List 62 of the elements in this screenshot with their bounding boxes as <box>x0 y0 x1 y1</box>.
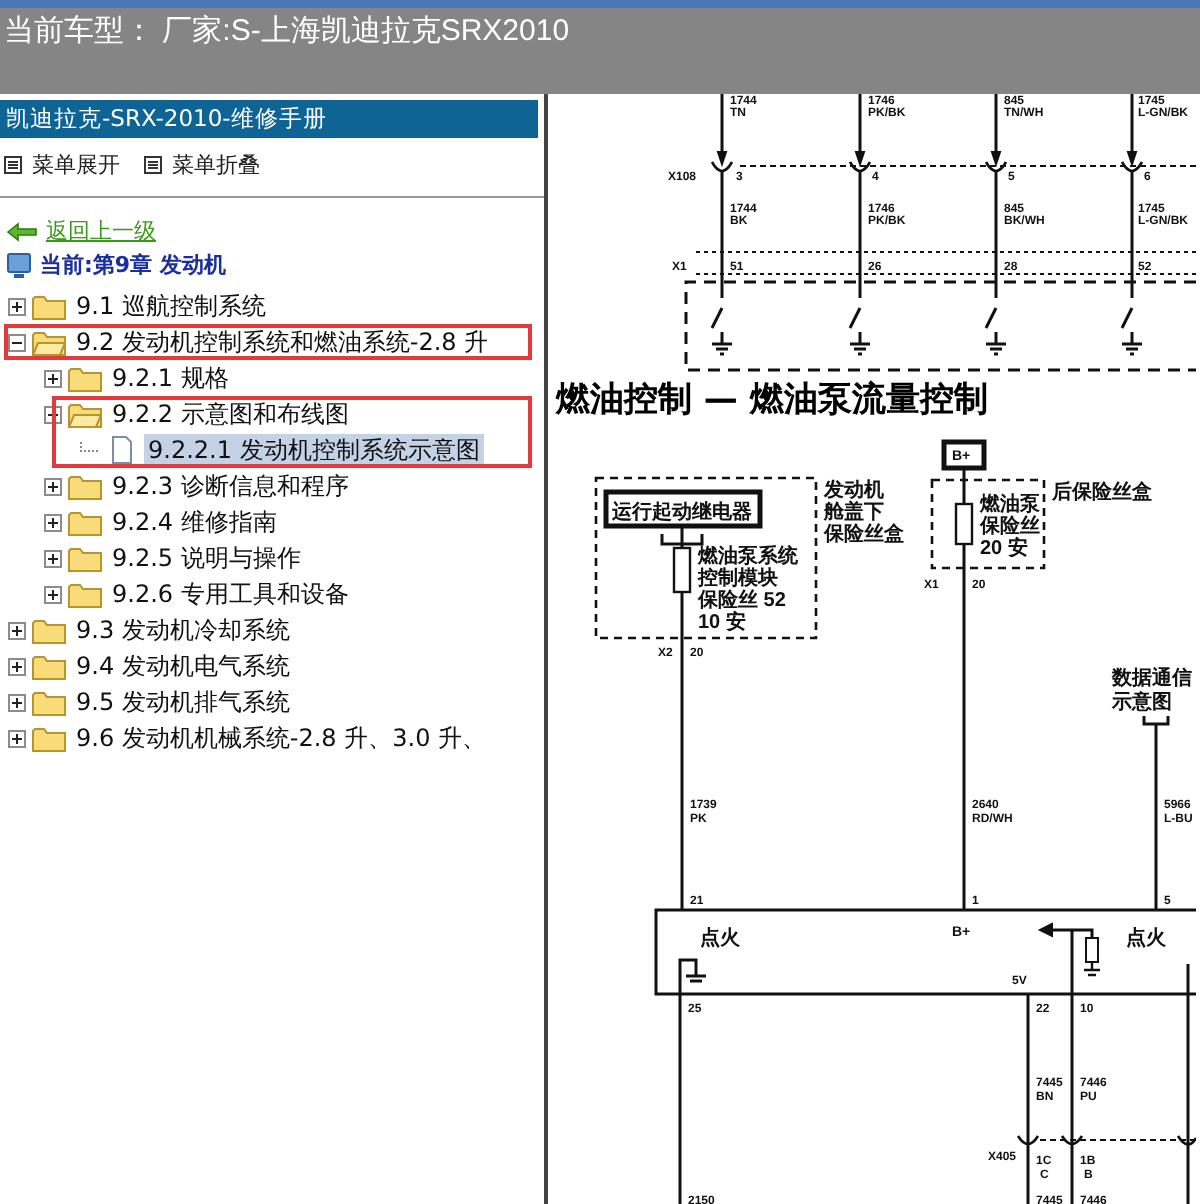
folder-icon <box>68 509 102 535</box>
diagram-label: 点火 <box>1126 928 1166 950</box>
tree-item[interactable]: 9.2.6 专用工具和设备 <box>108 578 353 610</box>
window-title: 当前车型： 厂家:S-上海凯迪拉克SRX2010 <box>4 12 570 50</box>
diagram-label: 舱盖下 <box>824 502 884 524</box>
tree-item[interactable]: 9.2 发动机控制系统和燃油系统-2.8 升 <box>72 326 493 358</box>
folder-icon <box>68 401 102 427</box>
diagram-label: 10 安 <box>698 612 746 634</box>
expand-toggle[interactable] <box>8 621 26 639</box>
expand-toggle[interactable] <box>8 693 26 711</box>
folder-icon <box>68 581 102 607</box>
collapse-toggle[interactable] <box>8 333 26 351</box>
folder-icon <box>68 365 102 391</box>
tree-item[interactable]: 9.2.2 示意图和布线图 <box>108 398 353 430</box>
diagram-label: 后保险丝盒 <box>1052 482 1152 504</box>
expand-toggle[interactable] <box>44 549 62 567</box>
folder-icon <box>32 329 66 355</box>
folder-icon <box>32 725 66 751</box>
current-chapter: 当前:第9章 发动机 <box>40 250 226 280</box>
diagram-label: 保险丝 <box>980 516 1040 538</box>
diagram-label: 保险丝 52 <box>698 590 786 612</box>
list-icon <box>144 156 162 174</box>
tree-item[interactable]: 9.2.5 说明与操作 <box>108 542 305 574</box>
tree-item[interactable]: 9.2.2.1 发动机控制系统示意图 <box>144 434 484 466</box>
expand-toggle[interactable] <box>44 369 62 387</box>
tree-item[interactable]: 9.6 发动机机械系统-2.8 升、3.0 升、 <box>72 722 491 754</box>
expand-toggle[interactable] <box>44 477 62 495</box>
diagram-title: 燃油控制 — 燃油泵流量控制 <box>556 380 988 420</box>
manual-title: 凯迪拉克-SRX-2010-维修手册 <box>0 100 538 138</box>
back-arrow-icon <box>6 221 38 241</box>
back-link[interactable]: 返回上一级 <box>46 216 156 246</box>
diagram-label: 燃油泵系统 <box>698 546 798 568</box>
tree-item[interactable]: 9.2.4 维修指南 <box>108 506 281 538</box>
menu-action-button[interactable]: 菜单展开 <box>4 150 120 180</box>
diagram-label: 点火 <box>700 928 740 950</box>
tree-item[interactable]: 9.2.3 诊断信息和程序 <box>108 470 353 502</box>
tree-item[interactable]: 9.3 发动机冷却系统 <box>72 614 294 646</box>
diagram-label: 运行起动继电器 <box>612 502 752 524</box>
expand-toggle[interactable] <box>8 297 26 315</box>
diagram-label: 示意图 <box>1112 692 1172 714</box>
expand-toggle[interactable] <box>44 513 62 531</box>
tree-item[interactable]: 9.2.1 规格 <box>108 362 233 394</box>
monitor-icon <box>6 251 32 279</box>
diagram-label: 燃油泵 <box>980 494 1040 516</box>
folder-icon <box>32 689 66 715</box>
folder-icon <box>32 617 66 643</box>
diagram-label: 控制模块 <box>698 568 778 590</box>
expand-toggle[interactable] <box>8 657 26 675</box>
diagram-label: 数据通信 <box>1112 668 1192 690</box>
folder-icon <box>68 473 102 499</box>
folder-icon <box>32 293 66 319</box>
menu-action-button[interactable]: 菜单折叠 <box>144 150 260 180</box>
tree-item[interactable]: 9.1 巡航控制系统 <box>72 290 270 322</box>
tree-item[interactable]: 9.5 发动机排气系统 <box>72 686 294 718</box>
diagram-label: 保险丝盒 <box>824 524 904 546</box>
diagram-label: 发动机 <box>824 480 884 502</box>
diagram-label: 20 安 <box>980 538 1028 560</box>
expand-toggle[interactable] <box>44 585 62 603</box>
expand-toggle[interactable] <box>8 729 26 747</box>
tree-item[interactable]: 9.4 发动机电气系统 <box>72 650 294 682</box>
folder-icon <box>32 653 66 679</box>
folder-icon <box>68 545 102 571</box>
